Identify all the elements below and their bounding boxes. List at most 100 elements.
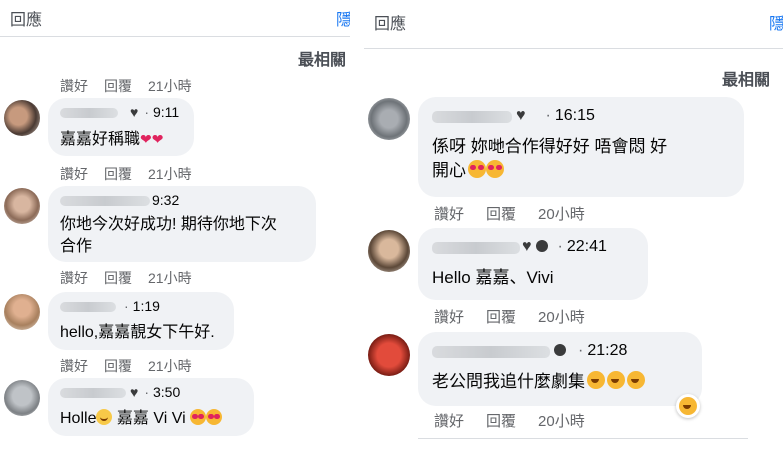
avatar[interactable] [4,188,40,224]
comment-meta: 9:32 [152,192,179,208]
comment-bubble: · 21:28 老公問我追什麼劇集 [418,332,702,406]
hearts-emoji: ❤❤ [140,131,164,147]
reply-link[interactable]: 回覆 [104,270,132,286]
comment-bubble: 9:32 你地今次好成功! 期待你地下次 合作 [48,186,316,262]
heart-icon: ♥ [522,238,532,255]
commenter-name-blurred[interactable] [432,242,520,254]
avatar[interactable] [368,334,410,376]
comment-time[interactable]: 9:11 [153,104,179,120]
comment-text: 老公問我追什麼劇集 [432,370,645,394]
hide-link[interactable]: 隱 [769,10,783,34]
avatar[interactable] [4,294,40,330]
timestamp[interactable]: 20小時 [538,206,585,223]
comment-meta: ♥ · 22:41 [522,238,607,256]
reply-link[interactable]: 回覆 [104,358,132,374]
timestamp[interactable]: 21小時 [148,270,192,286]
avatar[interactable] [4,100,40,136]
comment-text-content: 嘉嘉好稱職 [60,131,141,148]
sort-most-relevant[interactable]: 最相關 [722,66,770,90]
comment-time[interactable]: 3:50 [153,384,180,400]
comment-actions: 讚好 回覆 21小時 [60,164,208,184]
right-comment-panel: 回應 隱 最相關 ♥ · 16:15 係呀 妳哋合作得好好 唔會悶 好 開心 讚好回… [364,0,783,460]
bottom-divider [418,438,748,439]
commenter-name-blurred[interactable] [60,302,116,312]
comment-text-content: 開心 [432,161,466,180]
comment-text-line: 你地今次好成功! 期待你地下次 [60,216,277,233]
heart-icon: ♥ [516,107,526,124]
love-face-emoji [486,160,504,178]
comment-text: 你地今次好成功! 期待你地下次 合作 [60,214,277,258]
like-link[interactable]: 讚好 [434,413,464,430]
commenter-name-blurred[interactable] [60,108,118,118]
comment-text: Holle 嘉嘉 Vi Vi [60,408,223,430]
comment-text-content: 嘉嘉 Vi Vi [116,410,186,427]
commenter-name-blurred[interactable] [60,388,126,398]
like-link[interactable]: 讚好 [60,78,88,94]
comment-actions: 讚好 回覆 20小時 [434,203,601,224]
header-divider [364,48,783,49]
header-divider [0,36,350,37]
comment-bubble: ♥ · 9:11 嘉嘉好稱職❤❤ [48,98,194,156]
avatar[interactable] [368,230,410,272]
comment-actions: 讚好 回覆 20小時 [434,410,601,431]
commenter-name-blurred[interactable] [432,111,512,123]
reply-link[interactable]: 回覆 [104,78,132,94]
reply-link[interactable]: 回覆 [486,309,516,326]
comment-actions: 讚好 回覆 21小時 [60,268,208,288]
dot-icon: · [557,238,563,255]
timestamp[interactable]: 21小時 [148,358,192,374]
reply-tab[interactable]: 回應 [374,10,406,34]
comment-time[interactable]: 21:28 [587,342,627,359]
avatar[interactable] [4,380,40,416]
comment-meta: · 1:19 [124,298,160,314]
like-link[interactable]: 讚好 [60,166,88,182]
comment-meta: · 21:28 [554,342,627,360]
dot-icon: · [144,384,149,400]
comment-bubble: ♥ · 16:15 係呀 妳哋合作得好好 唔會悶 好 開心 [418,97,744,197]
comment-text-line: 係呀 妳哋合作得好好 唔會悶 好 [432,137,668,156]
laugh-emoji [587,371,605,389]
like-link[interactable]: 讚好 [60,270,88,286]
comment-time[interactable]: 16:15 [555,107,595,124]
comment-text-line: 合作 [60,238,93,255]
laugh-emoji [679,397,697,415]
laugh-emoji [607,371,625,389]
timestamp[interactable]: 21小時 [148,78,192,94]
heart-icon: ♥ [130,384,139,400]
comment-text: 係呀 妳哋合作得好好 唔會悶 好 開心 [432,135,667,183]
badge-icon [554,344,566,356]
love-face-emoji [190,409,207,425]
laugh-emoji [627,371,645,389]
comment-text: 嘉嘉好稱職❤❤ [60,128,163,151]
comment-text: Hello 嘉嘉、Vivi [432,268,554,287]
hide-link[interactable]: 隱 [336,6,350,30]
reply-tab[interactable]: 回應 [10,6,42,30]
commenter-name-blurred[interactable] [432,346,550,358]
comment-time[interactable]: 22:41 [567,238,607,255]
comment-time[interactable]: 9:32 [152,192,179,208]
comment-actions: 讚好 回覆 21小時 [60,76,208,96]
reply-link[interactable]: 回覆 [104,166,132,182]
reply-link[interactable]: 回覆 [486,413,516,430]
comment-actions: 讚好 回覆 20小時 [434,306,601,327]
like-link[interactable]: 讚好 [434,206,464,223]
comment-meta: ♥ · 3:50 [130,384,180,400]
comment-time[interactable]: 1:19 [133,298,160,314]
dot-icon: · [124,298,129,314]
like-link[interactable]: 讚好 [434,309,464,326]
timestamp[interactable]: 20小時 [538,309,585,326]
comment-bubble: ♥ · 22:41 Hello 嘉嘉、Vivi [418,228,648,300]
reaction-badge[interactable] [676,394,700,418]
timestamp[interactable]: 21小時 [148,166,192,182]
like-link[interactable]: 讚好 [60,358,88,374]
comment-bubble: · 1:19 hello,嘉嘉靚女下午好. [48,292,234,350]
timestamp[interactable]: 20小時 [538,413,585,430]
reply-link[interactable]: 回覆 [486,206,516,223]
comment-text: hello,嘉嘉靚女下午好. [60,324,215,341]
comment-actions: 讚好 回覆 21小時 [60,356,208,376]
sort-most-relevant[interactable]: 最相關 [298,46,346,70]
avatar[interactable] [368,98,410,140]
comment-bubble: ♥ · 3:50 Holle 嘉嘉 Vi Vi [48,378,254,436]
comment-meta: ♥ · 9:11 [130,104,179,120]
commenter-name-blurred[interactable] [60,196,150,206]
